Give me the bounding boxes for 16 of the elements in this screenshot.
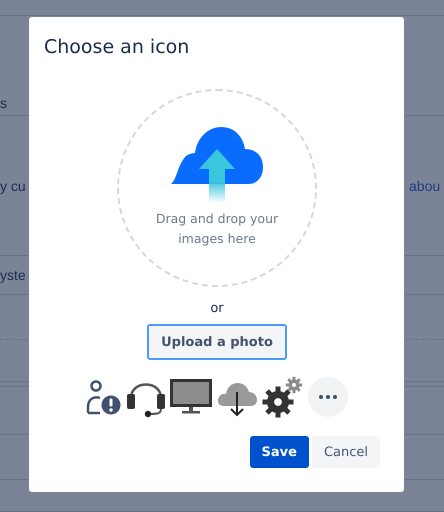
more-button[interactable] [308, 377, 348, 417]
drop-zone-hint: Drag and drop your images here [154, 210, 280, 248]
dialog-title: Choose an icon [44, 35, 190, 59]
page-text: yste [0, 267, 26, 283]
save-button[interactable]: Save [250, 436, 309, 468]
page-text: y cu [0, 178, 26, 194]
more-icon [319, 395, 337, 399]
monitor-icon[interactable] [170, 379, 212, 415]
cancel-button[interactable]: Cancel [312, 436, 380, 468]
upload-button[interactable]: Upload a photo [147, 324, 287, 360]
separator-text: or [210, 301, 224, 316]
user-alert-icon[interactable] [86, 379, 122, 415]
cloud-upload-icon [169, 127, 265, 203]
gears-icon[interactable] [262, 376, 304, 418]
drop-zone[interactable]: Drag and drop your images here [117, 89, 317, 287]
page-text: s [0, 95, 7, 111]
